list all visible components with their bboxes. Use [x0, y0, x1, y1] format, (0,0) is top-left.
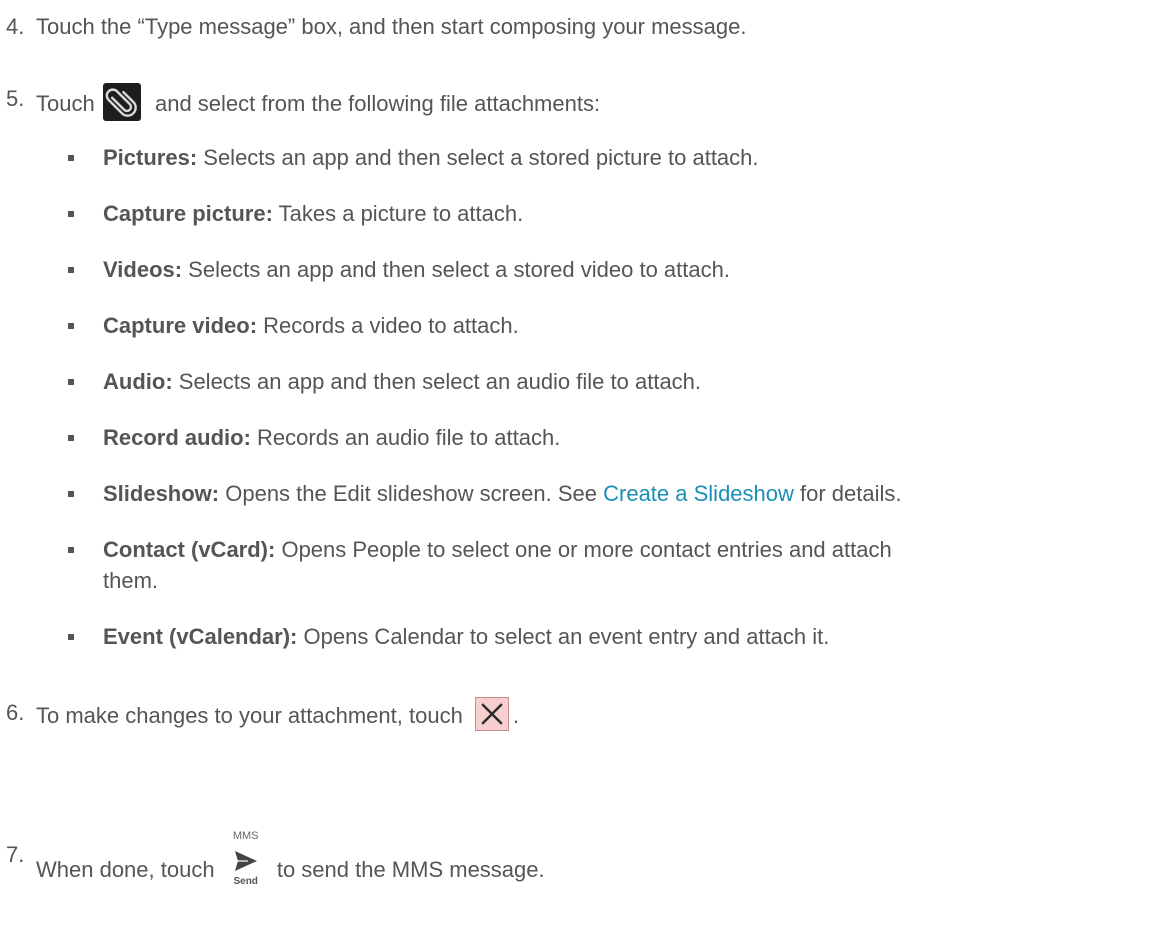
bullet-icon [68, 267, 74, 273]
send-icon-label: Send [233, 876, 258, 887]
bullet-icon [68, 379, 74, 385]
attachment-desc: Records an audio file to attach. [250, 425, 561, 450]
bullet-icon [68, 211, 74, 217]
attachment-term: Capture picture: [103, 201, 273, 226]
bullet-icon [68, 435, 74, 441]
attachment-desc: Selects an app and then select an audio … [172, 369, 702, 394]
step-text: Touch and select from the following file… [36, 83, 601, 124]
send-icon: MMS Send [229, 830, 263, 888]
attachment-desc: Opens the Edit slideshow screen. See [219, 481, 604, 506]
attachment-desc-after-link: for details. [793, 481, 902, 506]
step-number: 4. [6, 14, 25, 39]
close-icon [474, 697, 509, 731]
step-text: When done, touch MMS Send to send the MM… [36, 830, 545, 900]
attachment-desc: Takes a picture to attach. [272, 201, 524, 226]
create-slideshow-link[interactable]: Create a Slideshow [603, 481, 794, 506]
step-text-after: and select from the following file attac… [154, 90, 601, 116]
send-icon-mms-label: MMS [232, 830, 259, 842]
bullet-icon [68, 323, 74, 329]
attachment-term: Pictures: [103, 145, 198, 170]
bullet-icon [68, 634, 74, 640]
paperclip-icon [102, 83, 141, 121]
step-text-before: Touch [36, 90, 95, 116]
step-number: 5. [6, 86, 25, 111]
step-number: 6. [6, 700, 25, 725]
attachment-term: Contact (vCard): [103, 537, 276, 562]
attachment-desc: Selects an app and then select a stored … [182, 257, 730, 282]
attachment-desc: Records a video to attach. [257, 313, 519, 338]
bullet-icon [68, 155, 74, 161]
bullet-icon [68, 491, 74, 497]
attachment-desc: Opens Calendar to select an event entry … [297, 624, 830, 649]
attachment-desc-continuation: them. [103, 568, 159, 593]
step-text: Touch the “Type message” box, and then s… [36, 14, 747, 39]
attachment-desc: Selects an app and then select a stored … [197, 145, 759, 170]
step-text-before: When done, touch [36, 856, 215, 882]
attachment-term: Audio: [103, 369, 173, 394]
step-text-after: to send the MMS message. [276, 856, 545, 882]
attachment-term: Slideshow: [103, 481, 220, 506]
attachment-term: Record audio: [103, 425, 251, 450]
step-text: To make changes to your attachment, touc… [36, 697, 520, 734]
step-text-after: . [512, 702, 520, 728]
attachment-term: Event (vCalendar): [103, 624, 298, 649]
bullet-icon [68, 547, 74, 553]
step-number: 7. [6, 842, 25, 867]
step-text-before: To make changes to your attachment, touc… [36, 702, 463, 728]
attachment-term: Videos: [103, 257, 183, 282]
attachment-term: Capture video: [103, 313, 258, 338]
attachment-desc: Opens People to select one or more conta… [275, 537, 892, 562]
